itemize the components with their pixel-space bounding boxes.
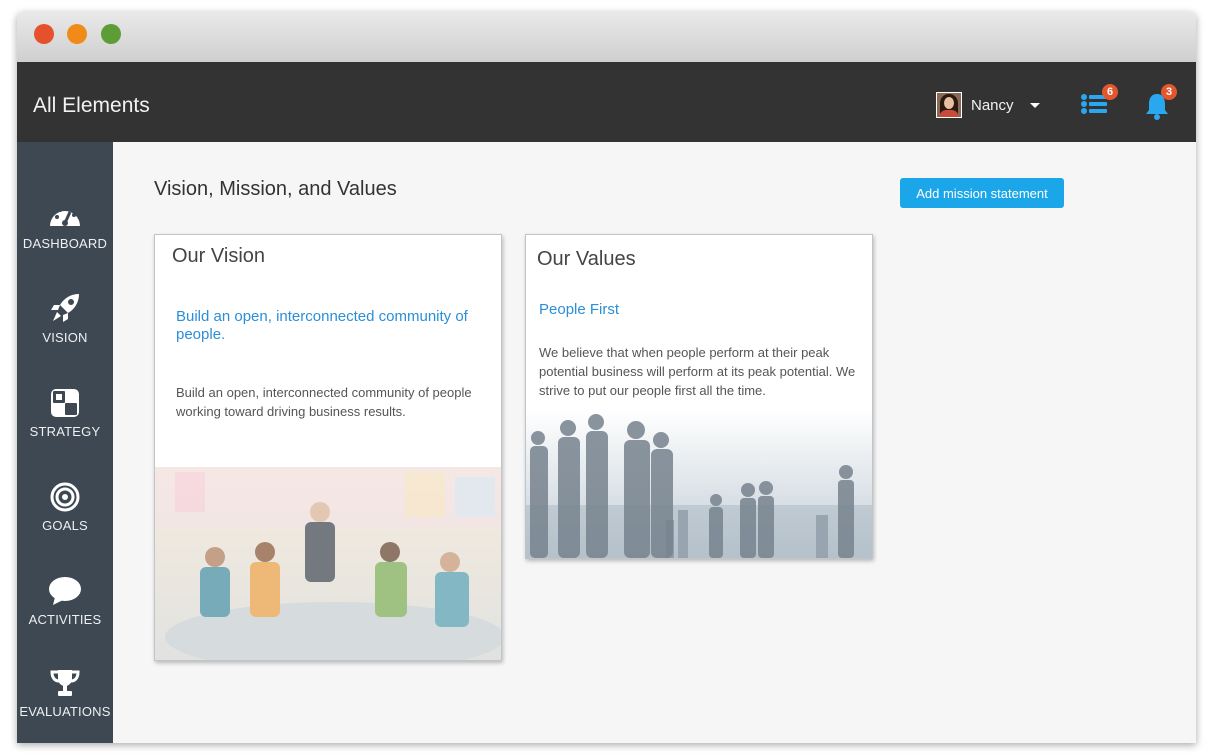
app-title: All Elements xyxy=(33,94,150,117)
sidebar-item-label: EVALUATIONS xyxy=(19,704,111,719)
sidebar-item-label: VISION xyxy=(42,330,88,345)
sidebar-item-goals[interactable]: GOALS xyxy=(17,482,113,533)
sidebar-item-evaluations[interactable]: EVALUATIONS xyxy=(17,668,113,719)
window-minimize-button[interactable] xyxy=(67,24,87,44)
notifications-button[interactable]: 3 xyxy=(1144,84,1177,125)
window-titlebar xyxy=(17,12,1196,63)
trophy-icon xyxy=(50,670,80,696)
window-close-button[interactable] xyxy=(34,24,54,44)
team-meeting-photo xyxy=(155,467,501,660)
sidebar-item-label: GOALS xyxy=(42,518,88,533)
add-mission-statement-button[interactable]: Add mission statement xyxy=(900,178,1064,208)
avatar xyxy=(936,92,962,118)
user-menu[interactable]: Nancy xyxy=(936,90,1040,120)
sidebar-item-label: STRATEGY xyxy=(29,424,101,439)
rocket-icon xyxy=(51,294,79,322)
card-headline: People First xyxy=(539,301,620,318)
window-maximize-button[interactable] xyxy=(101,24,121,44)
sidebar-item-label: DASHBOARD xyxy=(22,236,108,251)
card-title: Our Values xyxy=(537,248,636,270)
page-title: Vision, Mission, and Values xyxy=(154,178,397,200)
chevron-down-icon xyxy=(1029,102,1040,108)
sidebar-item-strategy[interactable]: STRATEGY xyxy=(17,388,113,439)
target-icon xyxy=(50,482,80,512)
business-silhouettes-photo xyxy=(526,410,872,558)
main-content: Vision, Mission, and Values Add mission … xyxy=(113,142,1196,743)
sidebar-item-dashboard[interactable]: DASHBOARD xyxy=(17,202,113,251)
card-body: Build an open, interconnected community … xyxy=(176,385,472,419)
sidebar: DASHBOARD VISION STRATEGY GOALS ACTIVITI… xyxy=(17,142,113,743)
top-navbar: All Elements Nancy 6 3 xyxy=(17,62,1196,142)
card-body: We believe that when people perform at t… xyxy=(539,345,856,398)
sidebar-item-label: ACTIVITIES xyxy=(28,612,102,627)
user-name: Nancy xyxy=(971,96,1014,114)
sidebar-item-vision[interactable]: VISION xyxy=(17,292,113,345)
vision-card[interactable]: Our Vision Build an open, interconnected… xyxy=(154,234,502,661)
dashboard-gauge-icon xyxy=(50,206,80,226)
strategy-board-icon xyxy=(51,389,79,417)
values-card[interactable]: Our Values People First We believe that … xyxy=(525,234,873,559)
card-headline: Build an open, interconnected community … xyxy=(176,308,468,343)
notifications-badge: 3 xyxy=(1161,84,1177,100)
tasks-button[interactable]: 6 xyxy=(1080,84,1118,121)
tasks-badge: 6 xyxy=(1102,84,1118,100)
card-title: Our Vision xyxy=(172,245,266,267)
chat-bubble-icon xyxy=(49,577,81,605)
app-window: All Elements Nancy 6 3 DASHBOARD VISION … xyxy=(17,12,1196,743)
sidebar-item-activities[interactable]: ACTIVITIES xyxy=(17,576,113,627)
